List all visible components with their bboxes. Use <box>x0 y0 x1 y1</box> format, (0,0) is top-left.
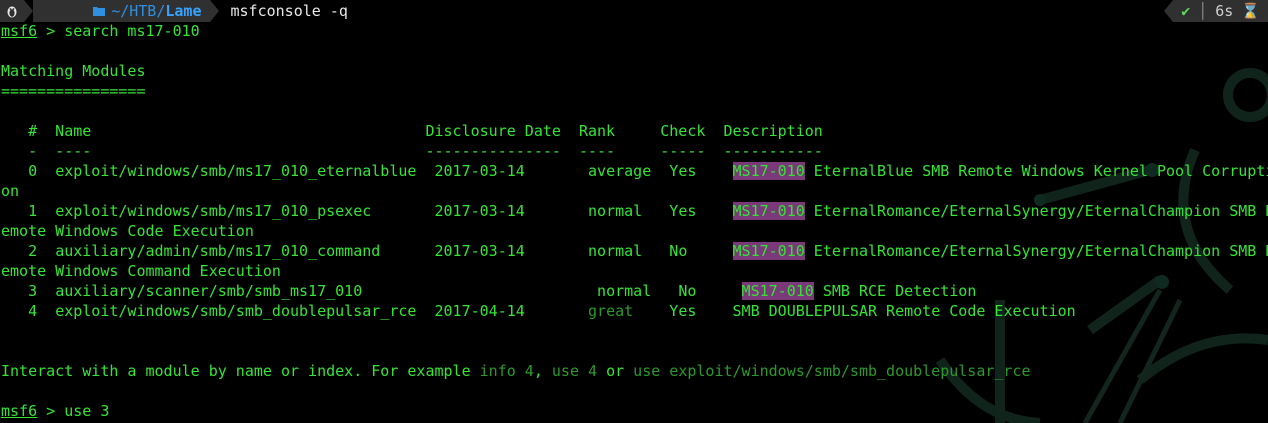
powerline-separator-end <box>209 0 219 22</box>
directory-name: Lame <box>165 2 202 20</box>
interact-sep-2: or <box>597 362 634 380</box>
search-command-line: msf6 > search ms17-010 <box>1 21 200 41</box>
table-row: 0 exploit/windows/smb/ms17_010_eternalbl… <box>1 161 1268 181</box>
check: Yes <box>669 202 697 220</box>
row-index: 2 <box>28 242 38 260</box>
search-match-highlight: MS17-010 <box>732 242 805 260</box>
check: Yes <box>669 162 697 180</box>
description: EternalRomance/EternalSynergy/EternalCha… <box>804 202 1268 220</box>
interact-sep-1: , <box>533 362 552 380</box>
use-command: > use 3 <box>37 402 110 420</box>
tux-icon <box>0 0 24 22</box>
shell-prompt-bar: ~/HTB/Lame msfconsole -q <box>0 0 348 22</box>
disclosure-date: 2017-03-14 <box>434 162 525 180</box>
interact-lead: Interact with a module by name or index.… <box>1 362 480 380</box>
search-match-highlight: MS17-010 <box>741 282 814 300</box>
row-index: 1 <box>28 202 38 220</box>
example-use-name: use exploit/windows/smb/smb_doublepulsar… <box>633 362 1031 380</box>
search-match-highlight: MS17-010 <box>732 202 805 220</box>
rank: average <box>588 162 652 180</box>
segment-divider: │ <box>1198 2 1208 20</box>
search-match-highlight: MS17-010 <box>732 162 805 180</box>
rank: normal <box>588 202 643 220</box>
description: EternalBlue SMB Remote Windows Kernel Po… <box>804 162 1268 180</box>
hourglass-icon: ⌛ <box>1241 2 1260 20</box>
directory-segment: ~/HTB/Lame <box>33 0 210 22</box>
description: SMB DOUBLEPULSAR Remote Code Execution <box>732 302 1076 320</box>
directory-prefix: ~/HTB/ <box>111 2 166 20</box>
description-wrap: emote Windows Command Execution <box>1 262 281 280</box>
description: SMB RCE Detection <box>813 282 977 300</box>
module-name: exploit/windows/smb/ms17_010_psexec <box>55 202 372 220</box>
table-header: # Name Disclosure Date Rank Check Descri… <box>1 122 823 140</box>
msf-prompt: msf6 <box>1 22 38 40</box>
check: No <box>669 242 688 260</box>
rank: normal <box>597 282 652 300</box>
status-segment: ✔ │ 6s ⌛ <box>1173 0 1268 22</box>
search-command: > search ms17-010 <box>37 22 200 40</box>
disclosure-date: 2017-03-14 <box>434 242 525 260</box>
module-name: auxiliary/admin/smb/ms17_010_command <box>55 242 381 260</box>
table-row: 2 auxiliary/admin/smb/ms17_010_command 2… <box>1 241 1268 261</box>
interact-hint: Interact with a module by name or index.… <box>1 361 1031 381</box>
matching-modules-title: Matching Modules <box>1 62 146 80</box>
rank: normal <box>588 242 643 260</box>
row-index: 3 <box>28 282 38 300</box>
status-bar: ✔ │ 6s ⌛ <box>1164 0 1268 22</box>
table-row: 1 exploit/windows/smb/ms17_010_psexec 20… <box>1 201 1268 221</box>
module-name: auxiliary/scanner/smb/smb_ms17_010 <box>55 282 363 300</box>
disclosure-date: 2017-04-14 <box>434 302 525 320</box>
rank: great <box>588 302 634 320</box>
check: No <box>678 282 697 300</box>
description-wrap: on <box>1 182 20 200</box>
powerline-separator-right <box>1164 0 1174 22</box>
msf-prompt: msf6 <box>1 402 38 420</box>
table-header-rule: - ---- --------------- ---- ----- ------… <box>1 142 823 160</box>
check-icon: ✔ <box>1181 2 1191 20</box>
use-command-line[interactable]: msf6 > use 3 <box>1 401 109 421</box>
table-row: 3 auxiliary/scanner/smb/smb_ms17_010 nor… <box>1 281 976 301</box>
description-wrap: emote Windows Code Execution <box>1 222 254 240</box>
example-info: info 4 <box>479 362 534 380</box>
disclosure-date: 2017-03-14 <box>434 202 525 220</box>
row-index: 4 <box>28 302 38 320</box>
table-row: 4 exploit/windows/smb/smb_doublepulsar_r… <box>1 301 1076 321</box>
powerline-separator <box>24 0 33 22</box>
description: EternalRomance/EternalSynergy/EternalCha… <box>804 242 1268 260</box>
check: Yes <box>669 302 697 320</box>
module-name: exploit/windows/smb/smb_doublepulsar_rce <box>55 302 417 320</box>
module-name: exploit/windows/smb/ms17_010_eternalblue <box>55 162 417 180</box>
matching-modules-rule: ================ <box>1 82 146 100</box>
elapsed-time: 6s <box>1215 2 1234 20</box>
row-index: 0 <box>28 162 38 180</box>
shell-command: msfconsole -q <box>230 2 348 20</box>
example-use-index: use 4 <box>551 362 598 380</box>
